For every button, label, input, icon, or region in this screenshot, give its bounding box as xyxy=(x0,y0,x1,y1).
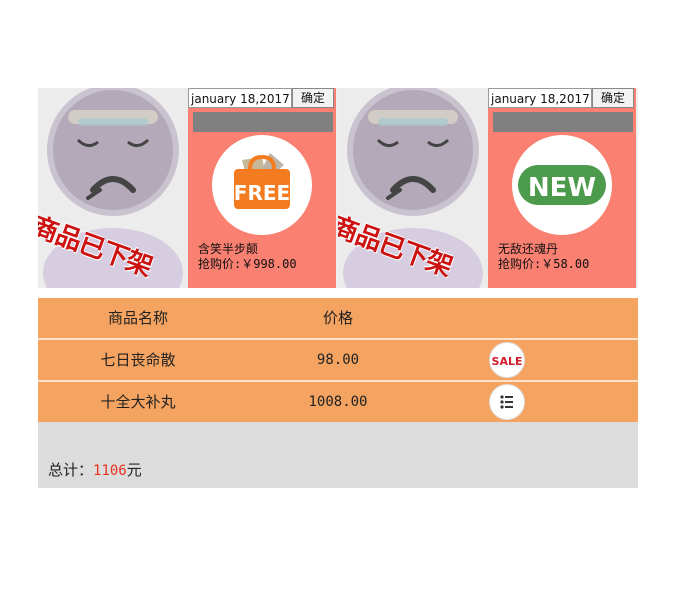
table-header: 商品名称 价格 xyxy=(38,298,638,340)
cart-table: 商品名称 价格 七日丧命散 98.00 SALE 十全大补丸 1008.00 xyxy=(38,298,638,424)
row-price: 98.00 xyxy=(316,352,360,368)
table-row: 七日丧命散 98.00 SALE xyxy=(38,340,638,382)
date-input[interactable]: january 18,2017 xyxy=(488,88,592,108)
svg-text:FREE: FREE xyxy=(234,181,290,205)
total-area: 总计：1106元 xyxy=(38,422,638,488)
sold-out-image: 商品已下架 xyxy=(338,88,488,288)
product-price: 抢购价:￥58.00 xyxy=(498,257,590,271)
total: 总计：1106元 xyxy=(48,459,142,480)
total-unit: 元 xyxy=(126,461,142,479)
product-cards: 商品已下架 january 18,2017 确定 FREE 含笑半步颠 抢购价:… xyxy=(38,88,638,288)
total-amount: 1106 xyxy=(93,463,127,479)
free-bag-icon: FREE xyxy=(234,153,290,209)
sale-icon[interactable]: SALE xyxy=(489,342,525,378)
countdown-bar xyxy=(193,112,333,132)
header-name: 商品名称 xyxy=(107,309,168,327)
svg-text:NEW: NEW xyxy=(528,173,596,203)
sold-out-image: 商品已下架 xyxy=(38,88,188,288)
confirm-button[interactable]: 确定 xyxy=(592,88,634,108)
product-panel: 商品已下架 january 18,2017 确定 FREE 含笑半步颠 抢购价:… xyxy=(38,88,638,488)
total-label: 总计： xyxy=(48,461,94,479)
free-badge: FREE xyxy=(212,135,312,235)
list-icon[interactable] xyxy=(489,384,525,420)
confirm-button[interactable]: 确定 xyxy=(292,88,334,108)
table-row: 十全大补丸 1008.00 xyxy=(38,382,638,424)
date-input[interactable]: january 18,2017 xyxy=(188,88,292,108)
product-price: 抢购价:￥998.00 xyxy=(198,257,297,271)
header-price: 价格 xyxy=(322,309,353,327)
product-card: january 18,2017 确定 NEW 无敌还魂丹 抢购价:￥58.00 xyxy=(488,88,636,288)
new-badge: NEW xyxy=(512,135,612,235)
row-price: 1008.00 xyxy=(308,394,368,410)
sale-icon-text: SALE xyxy=(492,355,523,368)
row-name: 七日丧命散 xyxy=(100,351,176,369)
countdown-bar xyxy=(493,112,633,132)
product-card: january 18,2017 确定 FREE 含笑半步颠 抢购价:￥998.0… xyxy=(188,88,336,288)
new-badge-icon: NEW xyxy=(518,165,606,205)
row-name: 十全大补丸 xyxy=(100,393,176,411)
